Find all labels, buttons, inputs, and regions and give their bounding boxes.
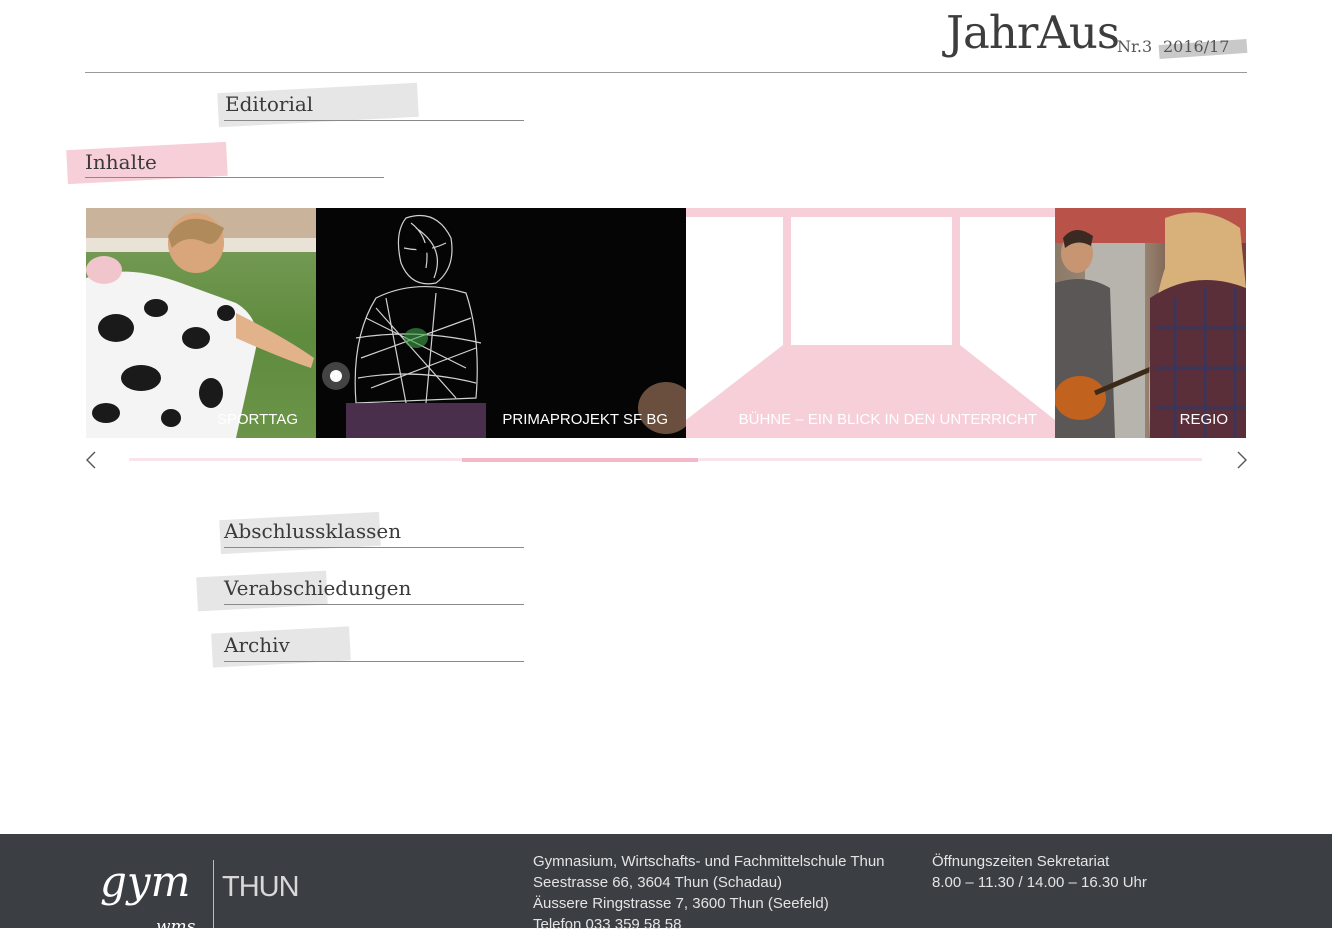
phone-number[interactable]: Telefon 033 359 58 58 — [533, 914, 885, 935]
slider-scrollbar-thumb[interactable] — [461, 458, 698, 462]
masthead: JahrAus Nr.3 2016/17 — [0, 0, 1332, 80]
slide-caption: REGIO — [1179, 411, 1228, 428]
slider-next-button[interactable] — [1232, 448, 1252, 472]
slider-prev-button[interactable] — [82, 448, 102, 472]
slide-caption: PRIMAPROJEKT SF BG — [502, 411, 668, 428]
inhalte-label: Inhalte — [85, 150, 157, 174]
regio-image — [1055, 208, 1246, 438]
school-logo[interactable]: gym wms fms THUN — [100, 856, 320, 935]
logo-city: THUN — [222, 871, 299, 903]
verabschiedungen-label: Verabschiedungen — [224, 576, 412, 600]
slider-controls — [0, 448, 1332, 472]
site-title[interactable]: JahrAus — [946, 6, 1120, 59]
editorial-underline — [224, 120, 524, 121]
inhalte-underline — [85, 177, 384, 178]
slide-sporttag[interactable]: SPORTTAG — [86, 208, 316, 438]
slide-regio[interactable]: REGIO — [1055, 208, 1246, 438]
chevron-right-icon — [1237, 451, 1247, 469]
sporttag-image — [86, 208, 316, 438]
issue-number: Nr.3 — [1117, 37, 1153, 56]
office-hours-title: Öffnungszeiten Sekretariat — [932, 853, 1110, 870]
office-hours: Öffnungszeiten Sekretariat 8.00 – 11.30 … — [932, 851, 1147, 893]
office-hours-times: 8.00 – 11.30 / 14.00 – 16.30 Uhr — [932, 874, 1147, 891]
address-seefeld: Äussere Ringstrasse 7, 3600 Thun (Seefel… — [533, 895, 829, 912]
abschlussklassen-label: Abschlussklassen — [224, 519, 402, 543]
chevron-left-icon — [86, 451, 96, 469]
address-schadau: Seestrasse 66, 3604 Thun (Schadau) — [533, 874, 783, 891]
archiv-label: Archiv — [224, 633, 290, 657]
header-divider — [85, 72, 1247, 73]
logo-wms: wms — [156, 917, 196, 928]
school-name: Gymnasium, Wirtschafts- und Fachmittelsc… — [533, 853, 885, 870]
issue-year: 2016/17 — [1163, 37, 1230, 56]
school-address: Gymnasium, Wirtschafts- und Fachmittelsc… — [533, 851, 885, 935]
school-logo-mark: gym wms fms THUN — [100, 857, 300, 935]
abschlussklassen-underline — [224, 547, 524, 548]
slider-scrollbar[interactable] — [129, 458, 1202, 462]
slide-primaprojekt[interactable]: PRIMAPROJEKT SF BG — [316, 208, 686, 438]
slide-buehne[interactable]: BÜHNE – EIN BLICK IN DEN UNTERRICHT — [686, 208, 1055, 438]
editorial-label: Editorial — [225, 92, 314, 116]
primaprojekt-image — [322, 214, 686, 438]
slide-caption: BÜHNE – EIN BLICK IN DEN UNTERRICHT — [738, 411, 1037, 428]
slide-caption: SPORTTAG — [216, 411, 298, 428]
logo-gym: gym — [100, 857, 190, 906]
content-slider: SPORTTAG PRIMAPROJEKT SF BG BÜHNE – EIN … — [86, 208, 1246, 438]
verabschiedungen-underline — [224, 604, 524, 605]
archiv-underline — [224, 661, 524, 662]
site-footer: gym wms fms THUN Gymnasium, Wirtschafts-… — [0, 834, 1332, 935]
buehne-image — [686, 208, 1055, 438]
